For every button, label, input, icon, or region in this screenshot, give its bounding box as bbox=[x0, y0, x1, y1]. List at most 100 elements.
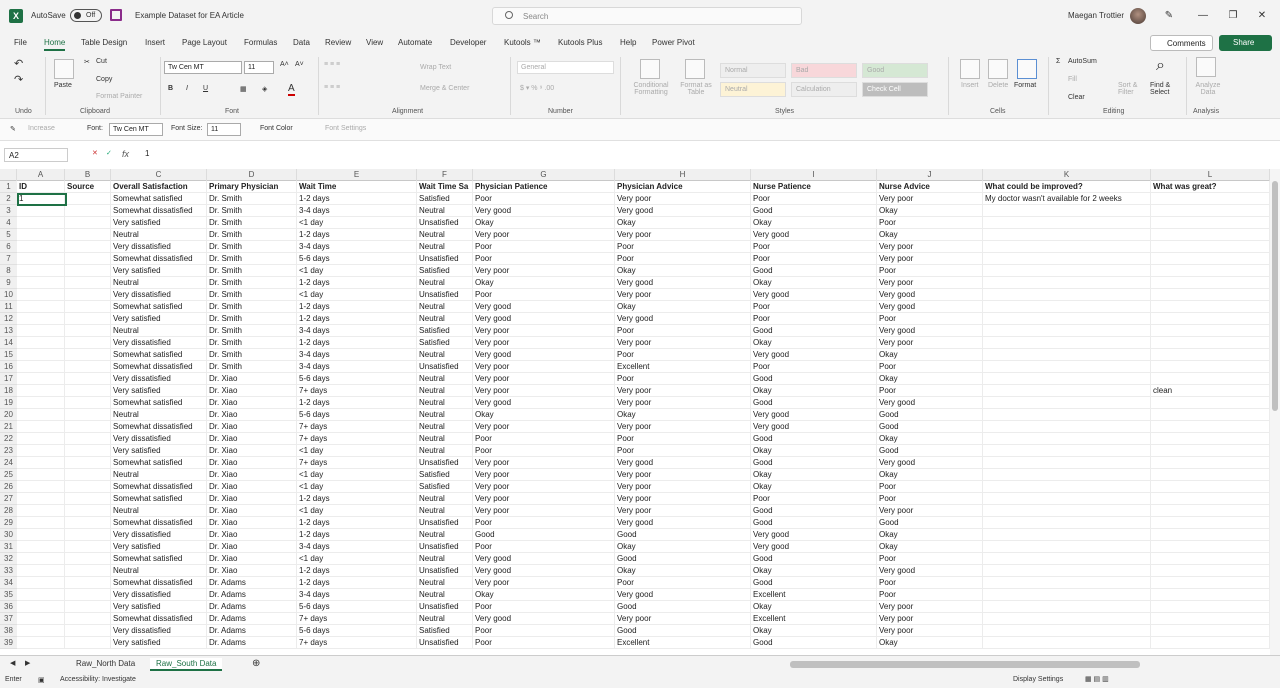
cell[interactable]: Poor bbox=[751, 493, 877, 505]
cell[interactable]: Somewhat satisfied bbox=[111, 397, 207, 409]
cell[interactable]: 1-2 days bbox=[297, 229, 417, 241]
row-header[interactable]: 27 bbox=[0, 493, 17, 505]
cell[interactable] bbox=[65, 289, 111, 301]
cell[interactable] bbox=[983, 589, 1151, 601]
cell[interactable]: Very poor bbox=[473, 337, 615, 349]
cell[interactable]: Somewhat dissatisfied bbox=[111, 481, 207, 493]
cell[interactable]: Somewhat dissatisfied bbox=[111, 613, 207, 625]
cell[interactable] bbox=[17, 409, 65, 421]
cell[interactable] bbox=[17, 517, 65, 529]
cell[interactable]: 5-6 days bbox=[297, 409, 417, 421]
cell[interactable]: Very dissatisfied bbox=[111, 337, 207, 349]
cell[interactable]: Very poor bbox=[473, 457, 615, 469]
cell[interactable]: Excellent bbox=[751, 613, 877, 625]
style-bad[interactable]: Bad bbox=[791, 63, 857, 78]
cell[interactable] bbox=[17, 373, 65, 385]
tab-developer[interactable]: Developer bbox=[450, 38, 486, 47]
cell[interactable] bbox=[983, 421, 1151, 433]
cell[interactable]: Very good bbox=[877, 325, 983, 337]
clear-button[interactable]: Clear bbox=[1068, 94, 1085, 101]
scroll-thumb[interactable] bbox=[1272, 181, 1278, 411]
cell[interactable]: Dr. Adams bbox=[207, 637, 297, 649]
cell[interactable]: <1 day bbox=[297, 289, 417, 301]
cell[interactable]: Very dissatisfied bbox=[111, 589, 207, 601]
format-as-table-button[interactable]: Format as Table bbox=[678, 82, 714, 96]
row-header[interactable]: 30 bbox=[0, 529, 17, 541]
cell[interactable] bbox=[65, 541, 111, 553]
cell[interactable] bbox=[17, 349, 65, 361]
cell[interactable]: Dr. Xiao bbox=[207, 529, 297, 541]
cell[interactable] bbox=[17, 481, 65, 493]
row-header[interactable]: 31 bbox=[0, 541, 17, 553]
cell[interactable]: Okay bbox=[751, 385, 877, 397]
merge-center-button[interactable]: Merge & Center bbox=[420, 85, 469, 92]
cell[interactable]: Neutral bbox=[417, 421, 473, 433]
cell[interactable]: Good bbox=[615, 529, 751, 541]
cell[interactable]: Somewhat satisfied bbox=[111, 193, 207, 205]
cell[interactable]: Very poor bbox=[473, 265, 615, 277]
column-header-g[interactable]: G bbox=[473, 169, 615, 181]
cell[interactable]: Dr. Smith bbox=[207, 241, 297, 253]
restore-icon[interactable]: ❐ bbox=[1226, 9, 1240, 23]
cell[interactable]: Poor bbox=[877, 577, 983, 589]
grow-font-icon[interactable]: A˄ bbox=[280, 61, 289, 68]
cell[interactable]: <1 day bbox=[297, 217, 417, 229]
cell[interactable]: Neutral bbox=[417, 241, 473, 253]
cell[interactable] bbox=[1151, 637, 1270, 649]
cell[interactable]: Dr. Xiao bbox=[207, 565, 297, 577]
row-header[interactable]: 3 bbox=[0, 205, 17, 217]
analyze-data-icon[interactable] bbox=[1196, 57, 1216, 77]
delete-cells-icon[interactable] bbox=[988, 59, 1008, 79]
column-title-cell[interactable]: Overall Satisfaction bbox=[111, 181, 207, 193]
prev-sheet-icon[interactable]: ◀ bbox=[10, 659, 15, 667]
cell[interactable]: Dr. Smith bbox=[207, 337, 297, 349]
row-header[interactable]: 26 bbox=[0, 481, 17, 493]
tab-file[interactable]: File bbox=[14, 38, 27, 47]
cell[interactable]: 3-4 days bbox=[297, 241, 417, 253]
cell[interactable]: <1 day bbox=[297, 505, 417, 517]
cell[interactable]: Very good bbox=[473, 553, 615, 565]
cell[interactable] bbox=[65, 337, 111, 349]
cell[interactable]: Dr. Smith bbox=[207, 349, 297, 361]
cell[interactable]: Okay bbox=[877, 205, 983, 217]
cell[interactable] bbox=[1151, 481, 1270, 493]
column-header-d[interactable]: D bbox=[207, 169, 297, 181]
cell[interactable]: <1 day bbox=[297, 445, 417, 457]
cell[interactable]: Okay bbox=[473, 589, 615, 601]
cell[interactable]: 1-2 days bbox=[297, 301, 417, 313]
cell[interactable]: Somewhat satisfied bbox=[111, 349, 207, 361]
cell[interactable]: Satisfied bbox=[417, 265, 473, 277]
search-box[interactable]: Search bbox=[492, 7, 802, 25]
cell[interactable] bbox=[1151, 241, 1270, 253]
cell[interactable] bbox=[17, 325, 65, 337]
cell[interactable]: Good bbox=[751, 373, 877, 385]
cell[interactable] bbox=[17, 253, 65, 265]
cell[interactable]: Neutral bbox=[417, 409, 473, 421]
cell[interactable] bbox=[983, 613, 1151, 625]
cell[interactable] bbox=[17, 397, 65, 409]
user-name[interactable]: Maegan Trottier bbox=[1068, 11, 1124, 20]
cell[interactable]: Okay bbox=[877, 349, 983, 361]
cell[interactable]: Very poor bbox=[615, 481, 751, 493]
cell[interactable] bbox=[65, 241, 111, 253]
cell[interactable] bbox=[1151, 541, 1270, 553]
row-header[interactable]: 18 bbox=[0, 385, 17, 397]
cell[interactable] bbox=[983, 445, 1151, 457]
cell[interactable] bbox=[17, 529, 65, 541]
cell[interactable]: Good bbox=[877, 409, 983, 421]
cell[interactable]: Poor bbox=[877, 553, 983, 565]
paste-icon[interactable] bbox=[54, 59, 74, 79]
cell[interactable] bbox=[983, 217, 1151, 229]
cell[interactable]: Okay bbox=[615, 565, 751, 577]
format-cells-button[interactable]: Format bbox=[1014, 82, 1036, 89]
cell[interactable]: Poor bbox=[751, 253, 877, 265]
cell[interactable]: Very good bbox=[473, 205, 615, 217]
cell[interactable]: Neutral bbox=[417, 613, 473, 625]
cell[interactable] bbox=[17, 289, 65, 301]
cell[interactable]: Okay bbox=[877, 469, 983, 481]
cell[interactable] bbox=[65, 445, 111, 457]
cell[interactable]: Neutral bbox=[111, 277, 207, 289]
cell[interactable] bbox=[983, 313, 1151, 325]
cell[interactable]: Dr. Xiao bbox=[207, 493, 297, 505]
cell[interactable] bbox=[65, 589, 111, 601]
